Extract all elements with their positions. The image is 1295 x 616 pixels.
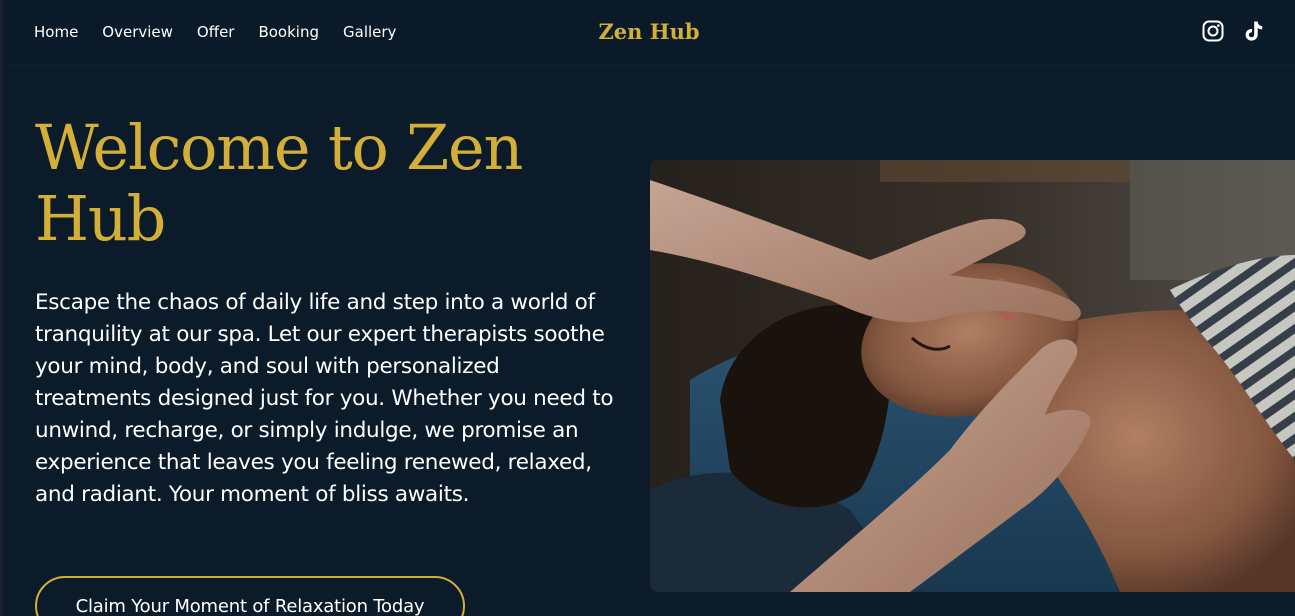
nav-link-overview[interactable]: Overview bbox=[102, 20, 173, 44]
nav-link-gallery[interactable]: Gallery bbox=[343, 20, 396, 44]
nav-link-booking[interactable]: Booking bbox=[258, 20, 319, 44]
hero-description: Escape the chaos of daily life and step … bbox=[35, 290, 614, 507]
top-navbar: Home Overview Offer Booking Gallery Zen … bbox=[3, 0, 1295, 64]
hero-title: Welcome to Zen Hub bbox=[35, 111, 523, 255]
nav-links: Home Overview Offer Booking Gallery bbox=[34, 20, 420, 44]
nav-link-home[interactable]: Home bbox=[34, 20, 78, 44]
social-links bbox=[1201, 19, 1265, 43]
facial-massage-photo bbox=[650, 160, 1295, 592]
hero-image bbox=[650, 160, 1295, 592]
page-edge bbox=[0, 0, 3, 616]
nav-link-offer[interactable]: Offer bbox=[197, 20, 235, 44]
claim-relaxation-button[interactable]: Claim Your Moment of Relaxation Today bbox=[35, 576, 465, 616]
instagram-icon[interactable] bbox=[1201, 19, 1225, 43]
brand-logo[interactable]: Zen Hub bbox=[598, 19, 699, 44]
tiktok-icon[interactable] bbox=[1241, 19, 1265, 43]
